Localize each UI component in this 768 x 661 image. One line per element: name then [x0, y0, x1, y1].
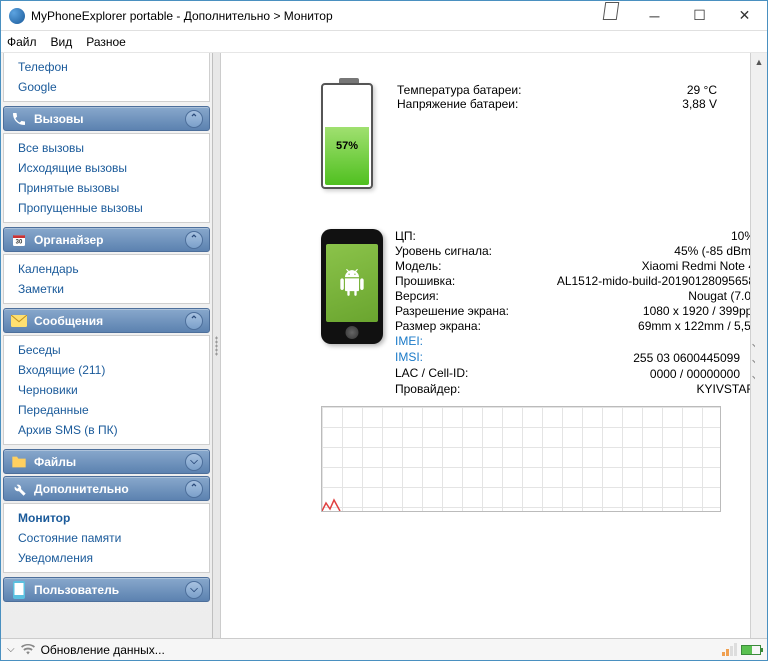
sidebar-item-notifications[interactable]: Уведомления [4, 548, 209, 568]
statusbar: ⌵ Обновление данных... [1, 638, 767, 660]
sidebar-item-missed[interactable]: Пропущенные вызовы [4, 198, 209, 218]
scroll-up-icon[interactable]: ▲ [751, 53, 767, 70]
sidebar-item-google[interactable]: Google [4, 77, 209, 97]
battery-volt-label: Напряжение батареи: [397, 97, 557, 111]
calendar-icon: 30 [10, 231, 28, 249]
chevron-down-icon[interactable]: ⌵ [7, 644, 15, 655]
battery-percent: 57% [336, 140, 358, 152]
sidebar-item-chats[interactable]: Беседы [4, 340, 209, 360]
cpu-label: ЦП: [395, 229, 525, 243]
sidebar-item-archive[interactable]: Архив SMS (в ПК) [4, 420, 209, 440]
tablet-mode-icon[interactable] [603, 2, 620, 20]
firmware-label: Прошивка: [395, 274, 525, 288]
section-header-user[interactable]: Пользователь ⌵ [3, 577, 210, 602]
phone-graphic [321, 229, 383, 344]
section-header-extra[interactable]: Дополнительно ⌃ [3, 476, 210, 501]
imsi-value: 255 03 0600445099 [525, 350, 755, 365]
cpu-graph [321, 406, 721, 512]
menu-file[interactable]: Файл [7, 35, 37, 49]
device-icon [10, 581, 28, 599]
main-content: ▲ 57% Температура батареи: 29 °C Напряже… [221, 53, 767, 638]
sidebar-item-inbox[interactable]: Входящие (211) [4, 360, 209, 380]
section-label: Дополнительно [34, 482, 129, 496]
sidebar-item-sent[interactable]: Переданные [4, 400, 209, 420]
battery-temp-value: 29 °C [557, 83, 717, 97]
collapse-icon[interactable]: ⌵ [185, 581, 203, 599]
collapse-icon[interactable]: ⌵ [185, 453, 203, 471]
menu-view[interactable]: Вид [51, 35, 73, 49]
app-window: MyPhoneExplorer portable - Дополнительно… [0, 0, 768, 661]
collapse-icon[interactable]: ⌃ [185, 231, 203, 249]
sidebar-item-phone[interactable]: Телефон [4, 57, 209, 77]
firmware-value: AL1512-mido-build-20190128095658 [525, 274, 755, 288]
resolution-label: Разрешение экрана: [395, 304, 525, 318]
imsi-label[interactable]: IMSI: [395, 350, 525, 365]
section-label: Сообщения [34, 314, 103, 328]
splitter-handle[interactable] [213, 53, 221, 638]
lac-label: LAC / Cell-ID: [395, 366, 525, 381]
magnify-icon[interactable] [743, 334, 755, 346]
app-icon [9, 8, 25, 24]
section-label: Вызовы [34, 112, 84, 126]
phone-icon [10, 110, 28, 128]
section-label: Пользователь [34, 583, 119, 597]
window-title: MyPhoneExplorer portable - Дополнительно… [31, 9, 333, 23]
battery-small-icon [741, 645, 761, 655]
lac-value: 0000 / 00000000 [525, 366, 755, 381]
signal-label: Уровень сигнала: [395, 244, 525, 258]
provider-label: Провайдер: [395, 382, 525, 396]
section-label: Органайзер [34, 233, 103, 247]
provider-value: KYIVSTAR [525, 382, 755, 396]
status-text: Обновление данных... [41, 643, 165, 657]
section-label: Файлы [34, 455, 76, 469]
version-label: Версия: [395, 289, 525, 303]
model-label: Модель: [395, 259, 525, 273]
folder-icon [10, 453, 28, 471]
wifi-icon [21, 644, 35, 655]
screensize-label: Размер экрана: [395, 319, 525, 333]
section-header-files[interactable]: Файлы ⌵ [3, 449, 210, 474]
sidebar: Телефон Google Вызовы ⌃ Все вызовы Исход… [1, 53, 213, 638]
sidebar-item-calendar[interactable]: Календарь [4, 259, 209, 279]
imei-value [525, 334, 755, 349]
signal-bars-icon [722, 643, 737, 656]
resolution-value: 1080 x 1920 / 399ppi [525, 304, 755, 318]
sidebar-item-allcalls[interactable]: Все вызовы [4, 138, 209, 158]
wrench-icon [10, 480, 28, 498]
sidebar-item-drafts[interactable]: Черновики [4, 380, 209, 400]
minimize-button[interactable]: ─ [632, 2, 677, 30]
sidebar-item-outgoing[interactable]: Исходящие вызовы [4, 158, 209, 178]
section-header-calls[interactable]: Вызовы ⌃ [3, 106, 210, 131]
collapse-icon[interactable]: ⌃ [185, 480, 203, 498]
cpu-value: 10% [525, 229, 755, 243]
screensize-value: 69mm x 122mm / 5,5" [525, 319, 755, 333]
svg-text:30: 30 [16, 239, 23, 245]
titlebar: MyPhoneExplorer portable - Дополнительно… [1, 1, 767, 31]
collapse-icon[interactable]: ⌃ [185, 312, 203, 330]
close-button[interactable]: ✕ [722, 2, 767, 30]
android-icon [338, 269, 366, 297]
battery-temp-label: Температура батареи: [397, 83, 557, 97]
version-value: Nougat (7.0) [525, 289, 755, 303]
signal-value: 45% (-85 dBm) [525, 244, 755, 258]
magnify-icon[interactable] [743, 366, 755, 378]
sidebar-item-notes[interactable]: Заметки [4, 279, 209, 299]
sidebar-item-incoming[interactable]: Принятые вызовы [4, 178, 209, 198]
envelope-icon [10, 312, 28, 330]
model-value: Xiaomi Redmi Note 4 [525, 259, 755, 273]
section-header-messages[interactable]: Сообщения ⌃ [3, 308, 210, 333]
menubar: Файл Вид Разное [1, 31, 767, 53]
section-header-organizer[interactable]: 30 Органайзер ⌃ [3, 227, 210, 252]
menu-misc[interactable]: Разное [86, 35, 126, 49]
magnify-icon[interactable] [743, 350, 755, 362]
imei-label[interactable]: IMEI: [395, 334, 525, 349]
sidebar-item-memory[interactable]: Состояние памяти [4, 528, 209, 548]
maximize-button[interactable]: ☐ [677, 2, 722, 30]
battery-volt-value: 3,88 V [557, 97, 717, 111]
sidebar-item-monitor[interactable]: Монитор [4, 508, 209, 528]
collapse-icon[interactable]: ⌃ [185, 110, 203, 128]
battery-graphic: 57% [321, 83, 373, 189]
